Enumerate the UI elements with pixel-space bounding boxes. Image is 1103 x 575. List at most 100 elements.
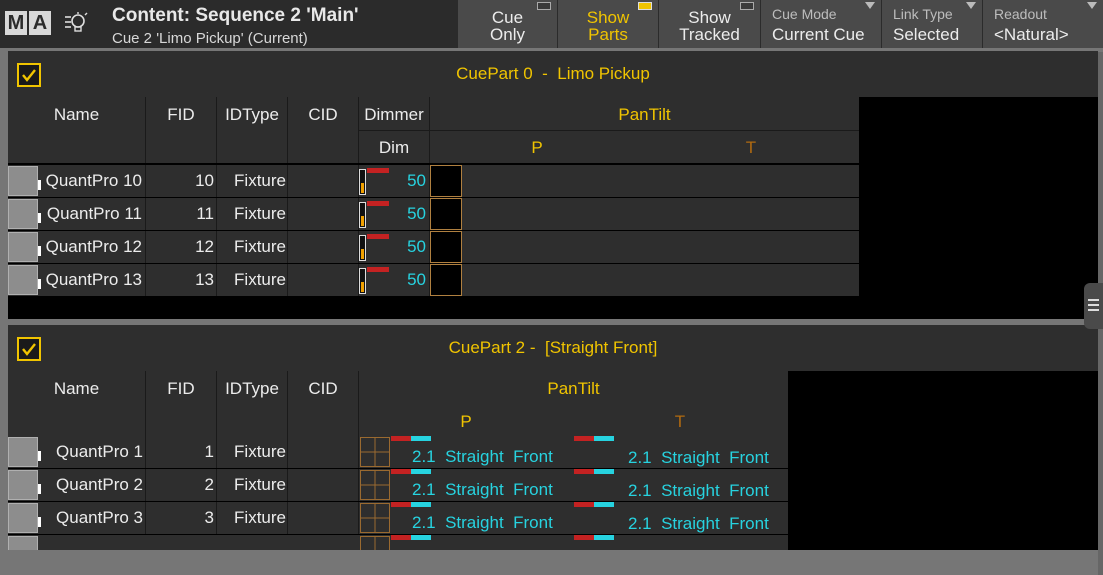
row-select-handle[interactable] (8, 437, 38, 467)
dimmer-level-bar (359, 202, 366, 228)
col-fid-header[interactable]: FID (146, 97, 217, 163)
row-select-handle[interactable] (8, 503, 38, 533)
preset-marker (594, 469, 614, 474)
table-row[interactable]: QuantPro 10 10 Fixture 50 (8, 165, 859, 197)
fixture-fid: 3 (146, 502, 217, 534)
tracking-marker (391, 469, 411, 474)
table-row[interactable]: QuantPro 2 2 Fixture 2.1 Straight Front … (8, 469, 788, 501)
row-select-handle[interactable] (8, 199, 38, 229)
show-tracked-button[interactable]: Show Tracked (658, 0, 760, 48)
dim-cell[interactable]: 50 (359, 231, 430, 263)
table-row[interactable]: QuantPro 12 12 Fixture 50 (8, 231, 859, 263)
col-name-header[interactable]: Name (8, 97, 146, 163)
pan-cell[interactable] (359, 535, 574, 550)
fixture-idtype: Fixture (217, 231, 288, 263)
pantilt-color-swatch[interactable] (430, 264, 462, 296)
tracking-marker (574, 502, 594, 507)
row-select-handle[interactable] (8, 536, 38, 550)
row-select-handle[interactable] (8, 232, 38, 262)
table-row[interactable]: QuantPro 13 13 Fixture 50 (8, 264, 859, 296)
fixture-cid (288, 436, 359, 468)
grip-handle-icon[interactable] (1084, 283, 1103, 329)
cue-mode-dropdown[interactable]: Cue Mode Current Cue (760, 0, 881, 48)
tracking-marker (391, 535, 411, 540)
row-select-marker (38, 213, 41, 223)
row-select-handle[interactable] (8, 166, 38, 196)
table-row[interactable]: QuantPro 1 1 Fixture 2.1 Straight Front … (8, 436, 788, 468)
row-select-handle[interactable] (8, 470, 38, 500)
fixture-fid: 2 (146, 469, 217, 501)
fixture-name: QuantPro 1 (44, 436, 146, 468)
cue-mode-label: Cue Mode (772, 6, 837, 22)
col-cid-label: CID (308, 379, 338, 398)
col-idtype-header[interactable]: IDType (217, 371, 288, 437)
fixture-cid (288, 165, 359, 197)
tilt-cell[interactable]: 2.1 Straight Front (574, 469, 788, 501)
link-type-dropdown[interactable]: Link Type Selected (881, 0, 982, 48)
fixture-idtype: Fixture (217, 436, 288, 468)
cuepart-0-header: CuePart 0 - Limo Pickup (8, 51, 1098, 97)
col-cid-label: CID (308, 105, 338, 124)
col-cid-header[interactable]: CID (288, 97, 359, 163)
fixture-name: QuantPro 3 (44, 502, 146, 534)
fixture-idtype: Fixture (217, 198, 288, 230)
tilt-cell[interactable]: 2.1 Straight Front (574, 502, 788, 534)
fixture-name: QuantPro 2 (44, 469, 146, 501)
row-select-marker (38, 279, 41, 289)
col-name-header[interactable]: Name (8, 371, 146, 437)
cue-mode-value: Current Cue (772, 25, 865, 44)
position-crosshair-icon (360, 503, 390, 533)
dim-value: 50 (407, 171, 426, 190)
pantilt-color-swatch[interactable] (430, 165, 462, 197)
fixture-idtype: Fixture (217, 165, 288, 197)
row-select-handle[interactable] (8, 265, 38, 295)
col-cid-header[interactable]: CID (288, 371, 359, 437)
col-fid-header[interactable]: FID (146, 371, 217, 437)
readout-dropdown[interactable]: Readout <Natural> (982, 0, 1103, 48)
fixture-fid: 1 (146, 436, 217, 468)
fixture-cid (288, 231, 359, 263)
col-p-label: P (531, 138, 543, 157)
col-fid-label: FID (167, 105, 195, 124)
ma-logo[interactable]: M A (5, 11, 51, 35)
pan-cell[interactable]: 2.1 Straight Front (359, 436, 574, 468)
col-pantilt-header[interactable]: PanTilt P T (359, 371, 788, 437)
fixture-fid: 11 (146, 198, 217, 230)
chevron-down-icon (1087, 2, 1097, 9)
col-idtype-header[interactable]: IDType (217, 97, 288, 163)
dim-cell[interactable]: 50 (359, 264, 430, 296)
fixture-idtype: Fixture (217, 469, 288, 501)
pantilt-color-swatch[interactable] (430, 198, 462, 230)
cue-only-button[interactable]: Cue Only (457, 0, 557, 48)
table-row[interactable]: QuantPro 3 3 Fixture 2.1 Straight Front … (8, 502, 788, 534)
col-p-label: P (460, 412, 472, 431)
cuepart-2-header: CuePart 2 - [Straight Front] (8, 325, 1098, 371)
fixture-idtype: Fixture (217, 502, 288, 534)
cue-only-label-2: Only (490, 25, 525, 44)
tracking-marker (391, 436, 411, 441)
col-fid-label: FID (167, 379, 195, 398)
tracking-marker (574, 535, 594, 540)
table-row-partial[interactable] (8, 535, 788, 550)
cuepart-0-panel: CuePart 0 - Limo Pickup Name FID IDType … (8, 51, 1098, 319)
link-type-label: Link Type (893, 6, 953, 22)
show-parts-button[interactable]: Show Parts (557, 0, 658, 48)
fixture-idtype: Fixture (217, 264, 288, 296)
show-parts-label-2: Parts (588, 25, 628, 44)
pan-cell[interactable]: 2.1 Straight Front (359, 502, 574, 534)
show-tracked-label-1: Show (688, 8, 731, 27)
tracking-marker (367, 267, 389, 272)
table-row[interactable]: QuantPro 11 11 Fixture 50 (8, 198, 859, 230)
tilt-cell[interactable] (574, 535, 788, 550)
dim-cell[interactable]: 50 (359, 198, 430, 230)
tilt-cell[interactable]: 2.1 Straight Front (574, 436, 788, 468)
readout-value: <Natural> (994, 25, 1069, 44)
dim-cell[interactable]: 50 (359, 165, 430, 197)
bulb-settings-icon[interactable] (63, 11, 89, 35)
fixture-cid (288, 502, 359, 534)
tracking-marker (367, 234, 389, 239)
col-t-label: T (674, 412, 686, 431)
col-dim-label: Dim (378, 138, 410, 157)
pantilt-color-swatch[interactable] (430, 231, 462, 263)
pan-cell[interactable]: 2.1 Straight Front (359, 469, 574, 501)
